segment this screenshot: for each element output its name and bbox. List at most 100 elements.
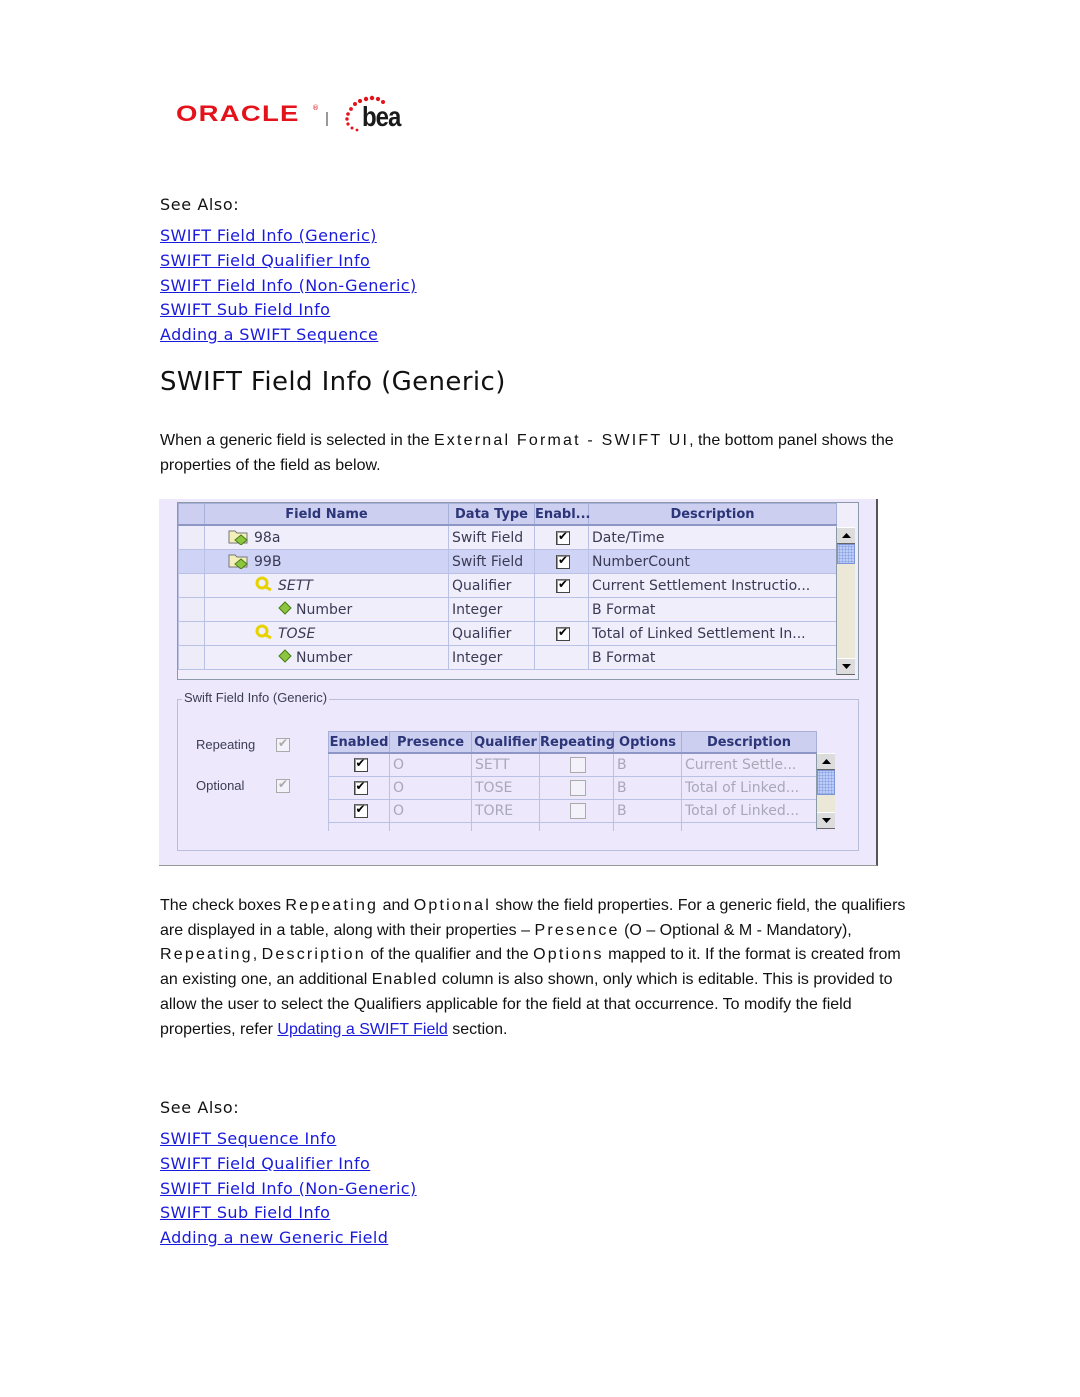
term-description: Description <box>261 946 366 964</box>
table-row[interactable]: 99B Swift Field ✔ NumberCount <box>178 549 837 574</box>
column-header-description[interactable]: Description <box>681 731 817 754</box>
empty-cell <box>471 822 540 831</box>
empty-cell <box>613 822 682 831</box>
qualifier-cell: TORE <box>471 799 540 823</box>
link-updating-swift-field[interactable]: Updating a SWIFT Field <box>277 1021 447 1038</box>
table-row[interactable]: Number Integer B Format <box>178 645 837 670</box>
field-tree-table: Field Name Data Type Enabl... Descriptio… <box>177 502 859 680</box>
scroll-down-button[interactable] <box>837 658 855 675</box>
repeating-checkbox[interactable] <box>570 803 586 819</box>
repeating-checkbox[interactable] <box>570 780 586 796</box>
field-name-cell[interactable]: 98a <box>204 524 449 550</box>
empty-cell <box>681 822 817 831</box>
row-marker[interactable] <box>178 621 205 646</box>
swift-ui-screenshot: Field Name Data Type Enabl... Descriptio… <box>159 499 878 866</box>
row-marker[interactable] <box>178 524 205 550</box>
column-header-data-type[interactable]: Data Type <box>448 503 535 526</box>
intro-ui-name: External Format - SWIFT UI <box>433 432 690 449</box>
enabled-checkbox[interactable]: ✔ <box>556 625 570 641</box>
link-swift-field-info-non-generic[interactable]: SWIFT Field Info (Non-Generic) <box>160 1179 417 1198</box>
repeating-checkbox[interactable] <box>570 757 586 773</box>
arrow-down-icon <box>821 818 831 823</box>
scroll-up-button[interactable] <box>817 753 835 770</box>
qualifier-icon <box>254 624 274 644</box>
oracle-logo-text: ORACLE <box>176 101 300 126</box>
column-header-enabled[interactable]: Enabled <box>328 731 390 754</box>
link-swift-field-qualifier-info[interactable]: SWIFT Field Qualifier Info <box>160 1154 370 1173</box>
column-header-repeating[interactable]: Repeating <box>539 731 615 754</box>
field-name-cell[interactable]: SETT <box>204 573 449 598</box>
repeating-cell <box>539 799 614 823</box>
repeating-cell <box>539 776 614 800</box>
table-row[interactable]: ✔ O TOSE B Total of Linked... <box>328 776 817 800</box>
optional-checkbox[interactable]: ✔ <box>276 777 290 793</box>
enabled-checkbox[interactable]: ✔ <box>353 802 368 818</box>
description-cell: B Format <box>588 597 837 622</box>
enabled-checkbox[interactable]: ✔ <box>353 756 368 772</box>
repeating-checkbox[interactable]: ✔ <box>276 736 290 752</box>
column-header-enabled[interactable]: Enabl... <box>534 503 591 526</box>
enabled-checkbox[interactable]: ✔ <box>556 529 570 545</box>
qualifier-table-scrollbar[interactable] <box>816 753 835 829</box>
description-cell: B Format <box>588 645 837 670</box>
link-swift-sub-field-info[interactable]: SWIFT Sub Field Info <box>160 300 330 319</box>
qualifier-cell: SETT <box>471 752 540 777</box>
scroll-thumb[interactable] <box>837 544 855 564</box>
scroll-thumb[interactable] <box>817 770 835 795</box>
intro-paragraph: When a generic field is selected in the … <box>160 429 920 478</box>
column-header-description[interactable]: Description <box>588 503 837 526</box>
field-table-scrollbar[interactable] <box>836 527 855 675</box>
enabled-checkbox[interactable]: ✔ <box>556 577 570 593</box>
scroll-up-button[interactable] <box>837 527 855 544</box>
field-name-cell[interactable]: 99B <box>204 549 449 574</box>
table-row[interactable]: SETT Qualifier ✔ Current Settlement Instruc… <box>178 573 837 598</box>
table-row[interactable]: TOSE Qualifier ✔ Total of Linked Settlement… <box>178 621 837 646</box>
row-marker[interactable] <box>178 573 205 598</box>
enabled-cell: ✔ <box>534 573 589 598</box>
repeating-label: Repeating <box>196 737 256 752</box>
column-header-presence[interactable]: Presence <box>389 731 472 754</box>
field-name-cell[interactable]: Number <box>204 597 449 622</box>
table-row[interactable]: 98a Swift Field ✔ Date/Time <box>178 524 837 550</box>
qualifier-cell: TOSE <box>471 776 540 800</box>
enabled-checkbox[interactable]: ✔ <box>556 553 570 569</box>
optional-label: Optional <box>196 778 245 793</box>
qualifier-table: Enabled Presence Qualifier Repeating Opt… <box>328 731 838 831</box>
term-presence: Presence <box>534 921 620 939</box>
description-cell: Total of Linked Settlement In... <box>588 621 837 646</box>
enabled-checkbox[interactable]: ✔ <box>353 779 368 795</box>
registered-mark: ® <box>312 104 319 112</box>
see-also-links-top: SWIFT Field Info (Generic) SWIFT Field Q… <box>160 224 417 348</box>
empty-cell <box>328 822 390 831</box>
diamond-icon <box>278 600 292 619</box>
link-adding-swift-sequence[interactable]: Adding a SWIFT Sequence <box>160 325 378 344</box>
data-type-cell: Qualifier <box>448 621 535 646</box>
row-marker[interactable] <box>178 645 205 670</box>
panel-title: Swift Field Info (Generic) <box>182 690 330 705</box>
column-header-options[interactable]: Options <box>613 731 682 754</box>
field-name-cell[interactable]: Number <box>204 645 449 670</box>
see-also-links-bottom: SWIFT Sequence Info SWIFT Field Qualifie… <box>160 1127 417 1251</box>
scroll-down-button[interactable] <box>817 812 835 829</box>
table-row[interactable]: ✔ O TORE B Total of Linked... <box>328 799 817 823</box>
data-type-cell: Integer <box>448 645 535 670</box>
column-header-qualifier[interactable]: Qualifier <box>471 731 540 754</box>
arrow-up-icon <box>821 759 831 764</box>
table-row[interactable]: ✔ O SETT B Current Settle... <box>328 752 817 777</box>
table-row[interactable]: Number Integer B Format <box>178 597 837 622</box>
see-also-label: See Also: <box>160 1098 240 1117</box>
link-swift-sequence-info[interactable]: SWIFT Sequence Info <box>160 1129 336 1148</box>
link-swift-field-qualifier-info[interactable]: SWIFT Field Qualifier Info <box>160 251 370 270</box>
link-swift-field-info-generic[interactable]: SWIFT Field Info (Generic) <box>160 226 377 245</box>
link-swift-sub-field-info[interactable]: SWIFT Sub Field Info <box>160 1203 330 1222</box>
link-adding-new-generic-field[interactable]: Adding a new Generic Field <box>160 1228 388 1247</box>
link-swift-field-info-non-generic[interactable]: SWIFT Field Info (Non-Generic) <box>160 276 417 295</box>
column-header-row-marker[interactable] <box>178 503 205 526</box>
term-enabled: Enabled <box>371 971 438 989</box>
field-name-cell[interactable]: TOSE <box>204 621 449 646</box>
row-marker[interactable] <box>178 549 205 574</box>
row-marker[interactable] <box>178 597 205 622</box>
data-type-cell: Qualifier <box>448 573 535 598</box>
enabled-cell: ✔ <box>328 799 390 823</box>
column-header-field-name[interactable]: Field Name <box>204 503 449 526</box>
